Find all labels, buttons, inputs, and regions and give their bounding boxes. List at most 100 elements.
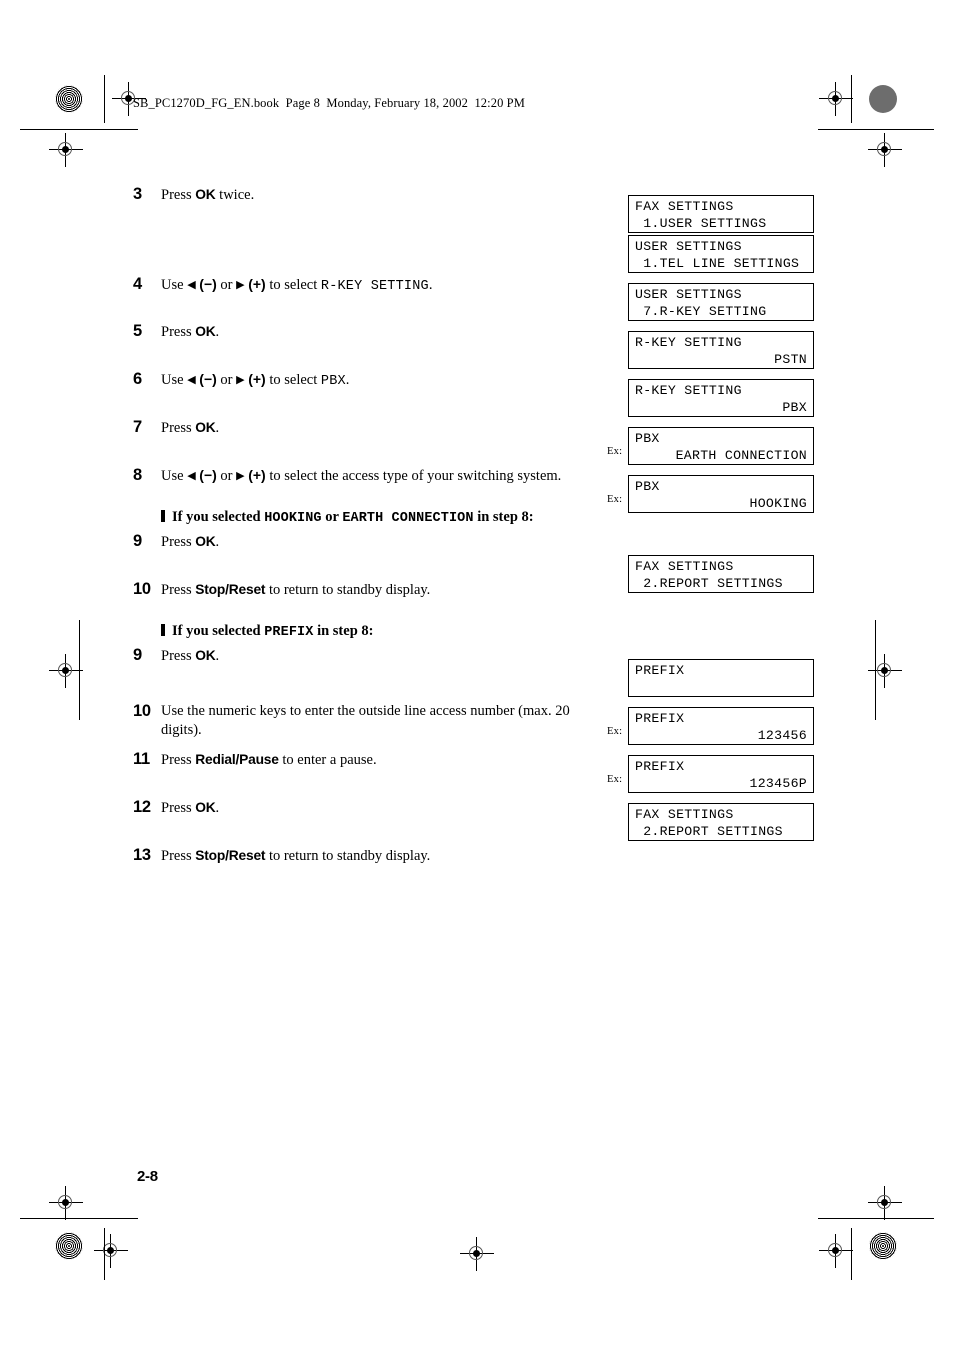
step-prefix-12: 12 Press OK. [133, 798, 583, 818]
step-phrase: . [428, 277, 433, 293]
step-text: Press OK. [161, 322, 583, 342]
key-name: OK [195, 324, 216, 339]
lcd-line-2: 1.USER SETTINGS [635, 216, 767, 231]
step-5: 5 Press OK. [133, 322, 583, 342]
registration-target-upper-left [49, 133, 83, 167]
lcd-term: HOOKING [264, 511, 322, 526]
key-name: OK [195, 420, 216, 435]
condition-heading-hooking: If you selected HOOKING or EARTH CONNECT… [133, 508, 583, 528]
step-text: Use ◀ (−) or ▶ (+) to select PBX. [161, 370, 583, 391]
step-text: Press Redial/Pause to enter a pause. [161, 750, 583, 770]
step-prefix-9: 9 Press OK. [133, 646, 583, 666]
trim-line-bottom-right-vertical [851, 1228, 852, 1280]
lcd-term: R-KEY SETTING [320, 279, 429, 294]
lcd-line-1: USER SETTINGS [635, 239, 742, 254]
step-phrase: If you selected [172, 509, 265, 525]
step-block-prefix: 9 Press OK. 10 Use the numeric keys to ente… [133, 646, 583, 870]
lcd-line-2: 7.R-KEY SETTING [635, 304, 767, 319]
lcd-screen-prefix-123456p: PREFIX 123456P [628, 755, 814, 793]
step-prefix-10: 10 Use the numeric keys to enter the outs… [133, 702, 583, 740]
key-name: OK [195, 187, 216, 202]
step-text: Use ◀ (−) or ▶ (+) to select R-KEY SETTI… [161, 275, 583, 296]
step-phrase: to return to standby display. [265, 848, 431, 864]
step-phrase: to select [265, 372, 321, 388]
plus-minus-label: (−) [199, 467, 217, 483]
step-text: Press OK. [161, 418, 583, 438]
step-text: Press OK. [161, 532, 583, 552]
step-phrase: Press [161, 187, 196, 203]
step-phrase: to select the access type of your switch… [265, 468, 562, 484]
step-phrase: or [216, 372, 237, 388]
lcd-screen-fax-settings-user: FAX SETTINGS 1.USER SETTINGS [628, 195, 814, 233]
step-phrase: Press [161, 800, 196, 816]
step-phrase: Press [161, 848, 196, 864]
example-label: Ex: [607, 494, 623, 505]
lcd-line-2: 1.TEL LINE SETTINGS [635, 256, 800, 271]
registration-target-bottom-center [460, 1237, 494, 1271]
plus-minus-label: (+) [248, 371, 266, 387]
step-number: 4 [133, 275, 142, 293]
lcd-screen-r-key-setting-pbx: R-KEY SETTING PBX [628, 379, 814, 417]
lcd-screen-fax-settings-report-1: FAX SETTINGS 2.REPORT SETTINGS [628, 555, 814, 593]
lcd-line-1: PBX [635, 479, 660, 494]
step-text: Press OK. [161, 798, 583, 818]
step-number: 11 [133, 750, 150, 768]
step-phrase: or [216, 277, 237, 293]
bullet-marker-icon [161, 624, 165, 636]
step-phrase: . [345, 372, 350, 388]
step-number: 13 [133, 846, 151, 864]
step-number: 8 [133, 466, 142, 484]
step-7: 7 Press OK. [133, 418, 583, 438]
key-name: Stop/Reset [195, 582, 266, 597]
lcd-screen-pbx-hooking: PBX HOOKING [628, 475, 814, 513]
lcd-line-2: 123456P [749, 776, 807, 791]
example-label: Ex: [607, 446, 623, 457]
trim-line-top-right-vertical [851, 75, 852, 123]
step-number: 3 [133, 185, 142, 203]
step-number: 9 [133, 646, 142, 664]
step-phrase: Press [161, 648, 196, 664]
step-text: Use ◀ (−) or ▶ (+) to select the access … [161, 466, 583, 486]
step-phrase: . [215, 534, 220, 550]
step-phrase: to select [265, 277, 321, 293]
step-phrase: Press [161, 420, 196, 436]
lcd-line-1: FAX SETTINGS [635, 807, 734, 822]
plus-minus-label: (−) [199, 371, 217, 387]
lcd-line-2: PSTN [774, 352, 807, 367]
step-phrase: in step 8: [313, 623, 374, 639]
trim-line-top-left-vertical [104, 75, 105, 123]
registration-halftone-top-left [55, 85, 83, 113]
right-arrow-icon: ▶ [236, 374, 245, 386]
plus-minus-label: (+) [248, 276, 266, 292]
registration-halftone-bottom-right [869, 1232, 897, 1260]
registration-halftone-bottom-left [55, 1232, 83, 1260]
step-text: Press Stop/Reset to return to standby di… [161, 846, 583, 866]
lcd-line-1: PBX [635, 431, 660, 446]
lcd-screen-fax-settings-report-2: FAX SETTINGS 2.REPORT SETTINGS [628, 803, 814, 841]
key-name: OK [195, 800, 216, 815]
step-phrase: Use the numeric keys to enter the outsid… [161, 703, 570, 738]
step-3: 3 Press OK twice. [133, 185, 583, 205]
registration-target-bottom-right-inner [819, 1234, 853, 1268]
step-number: 5 [133, 322, 142, 340]
condition-heading-prefix: If you selected PREFIX in step 8: [133, 622, 583, 642]
lcd-screen-user-settings-tel-line: USER SETTINGS 1.TEL LINE SETTINGS [628, 235, 814, 273]
lcd-term: EARTH CONNECTION [342, 511, 474, 526]
lcd-line-1: R-KEY SETTING [635, 383, 742, 398]
left-arrow-icon: ◀ [187, 374, 196, 386]
trim-line-bottom-left-vertical [104, 1228, 105, 1280]
key-name: OK [195, 648, 216, 663]
step-block-main: 3 Press OK twice. 4 Use ◀ (−) or ▶ (+) to s… [133, 185, 583, 490]
step-8: 8 Use ◀ (−) or ▶ (+) to select the access… [133, 466, 583, 486]
left-arrow-icon: ◀ [187, 279, 196, 291]
step-phrase: Use [161, 277, 188, 293]
registration-target-middle-right [868, 654, 902, 688]
lcd-line-1: R-KEY SETTING [635, 335, 742, 350]
right-arrow-icon: ▶ [236, 470, 245, 482]
trim-line-upper-right-horizontal [818, 129, 934, 130]
step-number: 7 [133, 418, 142, 436]
key-name: OK [195, 534, 216, 549]
key-name: Stop/Reset [195, 848, 266, 863]
step-phrase: or [216, 468, 237, 484]
lcd-term: PBX [320, 374, 346, 389]
